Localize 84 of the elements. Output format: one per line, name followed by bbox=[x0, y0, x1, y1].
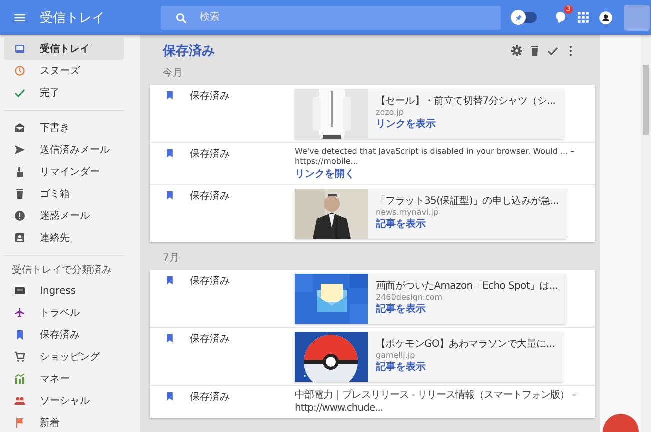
sidebar-item[interactable]: ソーシャル bbox=[4, 390, 124, 412]
preview-source: 2460design.com bbox=[376, 293, 444, 302]
flag-icon bbox=[14, 417, 26, 429]
trash-icon bbox=[14, 188, 26, 200]
view-link[interactable]: 記事を表示 bbox=[376, 360, 555, 374]
clock-icon bbox=[14, 65, 26, 77]
trash-icon[interactable] bbox=[529, 45, 541, 57]
message-snippet: We've detected that JavaScript is disabled in your browser. Would ... – https://mobile... bbox=[295, 147, 576, 167]
account-icon[interactable] bbox=[599, 10, 613, 24]
message-row[interactable]: 保存済み 「フラット35(保証型)」の申し込みが急... news.mynavi.jp 記事を表示 bbox=[150, 185, 595, 242]
sidebar-item[interactable]: トラベル bbox=[4, 302, 124, 324]
open-link[interactable]: リンクを開く bbox=[295, 167, 587, 181]
hand-icon bbox=[14, 166, 26, 178]
link-preview-card[interactable]: 画面がついたAmazon「Echo Spot」は... 2460design.com 記事を表示 bbox=[295, 274, 566, 324]
view-link[interactable]: リンクを表示 bbox=[376, 117, 556, 131]
bookmark-icon bbox=[14, 329, 26, 341]
preview-title: 【ポケモンGO】あわマラソンで大量に... bbox=[376, 338, 555, 351]
search-icon bbox=[175, 12, 188, 24]
sidebar-item[interactable]: 保存済み bbox=[4, 324, 124, 346]
preview-title: 【セール】・前立て切替7分シャツ（シ... bbox=[376, 94, 556, 108]
message-row[interactable]: 保存済み 中部電力｜プレスリリース - リリース情報（スマートフォン版） – http://www.chude... bbox=[150, 386, 595, 418]
sidebar-item[interactable]: 送信済みメール bbox=[4, 139, 124, 161]
envelope-icon bbox=[14, 122, 26, 134]
app-title: 受信トレイ bbox=[40, 10, 106, 26]
section-heading: 今月 bbox=[162, 67, 184, 81]
settings-icon[interactable] bbox=[511, 45, 523, 57]
page-title: 保存済み bbox=[163, 42, 215, 60]
message-snippet: 中部電力｜プレスリリース - リリース情報（スマートフォン版） – http://www.chude... bbox=[295, 390, 578, 415]
preview-source: gamellj.jp bbox=[376, 351, 416, 360]
sender-label: 保存済み bbox=[190, 90, 231, 103]
message-row[interactable]: 保存済み 【セール】・前立て切替7分シャツ（シ... zozo.jp リンクを表示 bbox=[150, 85, 595, 143]
link-preview-card[interactable]: 【セール】・前立て切替7分シャツ（シ... zozo.jp リンクを表示 bbox=[295, 89, 564, 139]
scrollbar[interactable] bbox=[641, 35, 651, 432]
inbox-icon bbox=[14, 43, 26, 55]
pin-icon bbox=[514, 14, 522, 22]
checkmark-icon bbox=[14, 87, 26, 99]
pin-toggle[interactable] bbox=[513, 12, 537, 23]
sender-label: 保存済み bbox=[190, 332, 231, 346]
sidebar-item[interactable]: 完了 bbox=[4, 82, 124, 104]
sender-label: 保存済み bbox=[190, 148, 231, 161]
bookmark-icon bbox=[165, 333, 175, 344]
sidebar-item[interactable]: Ingress bbox=[4, 280, 124, 302]
sender-label: 保存済み bbox=[190, 274, 231, 288]
preview-title: 画面がついたAmazon「Echo Spot」は... bbox=[376, 280, 558, 293]
section-heading: 7月 bbox=[162, 252, 180, 266]
card-icon bbox=[14, 285, 26, 297]
message-row[interactable]: 保存済み We've detected that JavaScript is disabled in your browser. Would ... – https://mobile... リンクを開く bbox=[150, 143, 595, 185]
view-link[interactable]: 記事を表示 bbox=[376, 302, 558, 316]
sidebar-item[interactable]: 連絡先 bbox=[4, 227, 124, 249]
sidebar-item[interactable]: 受信トレイ bbox=[4, 38, 124, 60]
sidebar-item[interactable]: ゴミ箱 bbox=[4, 183, 124, 205]
message-row[interactable]: 保存済み 画面がついたAmazon「Echo Spot」は... 2460design.com 記事を表示 bbox=[150, 270, 595, 328]
link-preview-card[interactable]: 「フラット35(保証型)」の申し込みが急... news.mynavi.jp 記事を表示 bbox=[295, 189, 568, 239]
sidebar-item[interactable]: ショッピング bbox=[4, 346, 124, 368]
sidebar-item[interactable]: 新着 bbox=[4, 412, 124, 432]
section-heading: 受信トレイで分類済み bbox=[12, 264, 113, 278]
sidebar-item[interactable]: リマインダー bbox=[4, 161, 124, 183]
people-icon bbox=[14, 395, 26, 407]
preview-source: news.mynavi.jp bbox=[376, 208, 440, 217]
airplane-icon bbox=[14, 307, 26, 319]
sidebar-item[interactable]: スヌーズ bbox=[4, 60, 124, 82]
contact-icon bbox=[14, 232, 26, 244]
bookmark-icon bbox=[165, 391, 175, 402]
bookmark-icon bbox=[165, 90, 175, 101]
apps-grid-icon[interactable] bbox=[577, 11, 590, 24]
alert-icon bbox=[14, 210, 26, 222]
send-icon bbox=[14, 144, 26, 156]
checkmark-icon[interactable] bbox=[547, 45, 559, 57]
preview-source: zozo.jp bbox=[376, 108, 405, 117]
bookmark-icon bbox=[165, 275, 175, 286]
link-preview-card[interactable]: 【ポケモンGO】あわマラソンで大量に... gamellj.jp 記事を表示 bbox=[295, 332, 563, 382]
bookmark-icon bbox=[165, 148, 175, 159]
sidebar-item[interactable]: 下書き bbox=[4, 117, 124, 139]
sender-label: 保存済み bbox=[190, 190, 231, 203]
search-field[interactable]: 検索 bbox=[161, 6, 501, 30]
sidebar-item[interactable]: 迷惑メール bbox=[4, 205, 124, 227]
chart-icon bbox=[14, 373, 26, 385]
message-row[interactable]: 保存済み 【ポケモンGO】あわマラソンで大量に... gamellj.jp 記事を表示 bbox=[150, 328, 595, 386]
view-link[interactable]: 記事を表示 bbox=[376, 217, 560, 231]
bookmark-icon bbox=[165, 190, 175, 201]
cart-icon bbox=[14, 351, 26, 363]
sender-label: 保存済み bbox=[190, 390, 231, 404]
sidebar-item[interactable]: マネー bbox=[4, 368, 124, 390]
preview-title: 「フラット35(保証型)」の申し込みが急... bbox=[376, 194, 560, 208]
